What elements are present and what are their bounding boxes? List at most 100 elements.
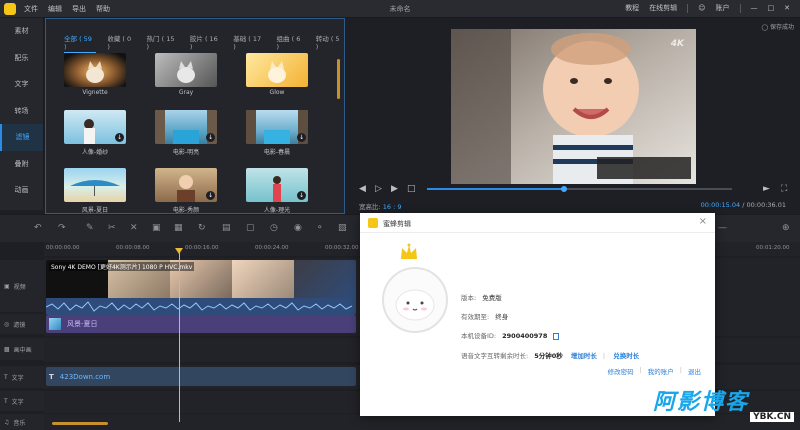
nav-item-transition[interactable]: 转场 (0, 98, 43, 125)
tab-basic[interactable]: 基础 ( 17 ) (233, 33, 265, 53)
playback-progress[interactable] (427, 186, 732, 192)
device-id-row: 本机设备ID: 2900400978 (461, 330, 560, 340)
mic-icon[interactable]: ⚬ (316, 223, 324, 233)
video-preview[interactable]: 4K (451, 29, 696, 184)
play-icon[interactable]: ▷ (375, 184, 382, 194)
tab-film[interactable]: 胶片 ( 16 ) (190, 33, 222, 53)
fullscreen-icon[interactable]: ⛶ (781, 184, 787, 194)
track-head-text-1[interactable]: T 文字 (0, 366, 44, 388)
avatar[interactable] (382, 267, 448, 333)
maximize-icon[interactable]: □ (768, 4, 775, 12)
user-icon[interactable]: ☺ (698, 4, 705, 12)
split-icon[interactable]: ✂ (108, 223, 116, 233)
rotate-icon[interactable]: ↻ (198, 223, 206, 233)
filter-thumb-gray[interactable] (155, 53, 217, 87)
volume-icon[interactable]: ► (763, 184, 770, 194)
next-frame-icon[interactable]: ▶ (391, 184, 398, 194)
download-icon[interactable]: ↓ (297, 191, 306, 200)
undo-icon[interactable]: ↶ (34, 223, 42, 233)
track-head-music[interactable]: ♫ 音乐 (0, 414, 44, 430)
copy-icon[interactable] (553, 332, 560, 340)
title-bar: 文件 编辑 导出 帮助 未命名 教程 在线剪辑 ☺ 账户 — □ ✕ (0, 0, 800, 18)
filter-thumb-portrait-ricoh[interactable]: ↓ (246, 168, 308, 202)
account-link[interactable]: 账户 (716, 3, 730, 13)
close-icon[interactable]: ✕ (784, 4, 790, 12)
nav-item-overlay[interactable]: 叠附 (0, 151, 43, 178)
filter-thumb-glow[interactable] (246, 53, 308, 87)
clip-label: Sony 4K DEMO [更好4K测示片] 1080 P HVC.mkv (49, 262, 195, 271)
download-icon[interactable]: ↓ (206, 191, 215, 200)
filter-label: 风景-夏日 (81, 207, 109, 214)
redo-icon[interactable]: ↷ (58, 223, 66, 233)
timeline-scrollbar[interactable] (52, 422, 108, 425)
download-icon[interactable]: ↓ (206, 133, 215, 142)
menu-export[interactable]: 导出 (72, 4, 86, 14)
panel-scrollbar[interactable] (337, 59, 340, 99)
video-watermark: 4K (670, 39, 684, 49)
tab-all[interactable]: 全部 ( 59 ) (64, 33, 97, 53)
my-account-link[interactable]: 我的账户 (648, 366, 674, 376)
playhead[interactable] (179, 252, 180, 422)
track-head-filter[interactable]: ◎ 滤镜 (0, 314, 44, 334)
nav-item-text[interactable]: 文字 (0, 71, 43, 98)
filter-clip[interactable]: 风景-夏日 (46, 315, 356, 333)
tutorial-link[interactable]: 教程 (625, 3, 639, 13)
aspect-ratio[interactable]: 宽高比: 16 : 9 (359, 201, 402, 211)
filter-thumb-portrait-wedding[interactable]: ↓ (64, 110, 126, 144)
logout-link[interactable]: 退出 (688, 366, 701, 376)
edit-icon[interactable]: ✎ (86, 223, 94, 233)
watermark-domain: YBK.CN (750, 412, 794, 422)
tab-suite[interactable]: 组曲 ( 6 ) (277, 33, 305, 53)
prev-frame-icon[interactable]: ◀ (359, 184, 366, 194)
filter-label: Glow (269, 89, 285, 96)
change-password-link[interactable]: 修改密码 (608, 366, 634, 376)
account-links: 修改密码 | 我的账户 | 退出 (607, 366, 701, 376)
record-icon[interactable]: ◉ (294, 223, 302, 233)
online-edit-link[interactable]: 在线剪辑 (649, 3, 677, 13)
filter-label: 人像-理光 (263, 207, 291, 214)
zoom-in-icon[interactable]: ⊕ (782, 223, 790, 233)
ruler-tick: 00:00:00.00 (46, 245, 80, 251)
track-head-video[interactable]: ▣ 视频 (0, 260, 44, 312)
download-icon[interactable]: ↓ (297, 133, 306, 142)
tab-favorites[interactable]: 收藏 ( 0 ) (107, 33, 135, 53)
filter-thumb-scenery-summer[interactable] (64, 168, 126, 202)
filter-thumb-movie-bright[interactable]: ↓ (155, 110, 217, 144)
menu-help[interactable]: 帮助 (96, 4, 110, 14)
redeem-time-link[interactable]: 兑换时长 (613, 352, 639, 360)
add-time-link[interactable]: 增加时长 (571, 352, 597, 360)
filter-track-icon: ◎ (4, 320, 10, 328)
track-head-text-2[interactable]: T 文字 (0, 391, 44, 411)
app-logo (4, 3, 16, 15)
mosaic-icon[interactable]: ▦ (174, 223, 183, 233)
nav-item-media[interactable]: 素材 (0, 18, 43, 45)
download-icon[interactable]: ↓ (115, 133, 124, 142)
crop-icon[interactable]: ▣ (152, 223, 161, 233)
screenshot-icon[interactable]: ▢ (246, 223, 255, 233)
tab-popular[interactable]: 热门 ( 15 ) (147, 33, 179, 53)
freeze-icon[interactable]: ▤ (222, 223, 231, 233)
progress-knob[interactable] (561, 186, 568, 192)
menu-file[interactable]: 文件 (24, 4, 38, 14)
filter-thumb-movie-beauty[interactable]: ↓ (155, 168, 217, 202)
version-row: 版本: 免费版 (461, 294, 502, 302)
speed-icon[interactable]: ◷ (270, 223, 278, 233)
mascot-image (395, 289, 435, 321)
tab-motion[interactable]: 转动 ( 5 ) (316, 33, 344, 53)
zoom-out-icon[interactable]: — (718, 223, 727, 233)
video-clip[interactable]: Sony 4K DEMO [更好4K测示片] 1080 P HVC.mkv (46, 260, 356, 315)
nav-item-music[interactable]: 配乐 (0, 45, 43, 72)
menu-edit[interactable]: 编辑 (48, 4, 62, 14)
minimize-icon[interactable]: — (751, 4, 758, 12)
delete-icon[interactable]: ✕ (130, 223, 138, 233)
filter-thumb-movie-spring[interactable]: ↓ (246, 110, 308, 144)
stop-icon[interactable]: □ (407, 184, 416, 194)
nav-item-filter[interactable]: 滤镜 (0, 124, 43, 151)
text-clip[interactable]: T 423Down.com (46, 367, 356, 386)
track-head-pip[interactable]: ▩ 画中画 (0, 338, 44, 360)
nav-item-animation[interactable]: 动画 (0, 177, 43, 204)
close-icon[interactable]: × (699, 216, 707, 227)
filter-label: 电影-明亮 (172, 149, 200, 156)
subtitle-icon[interactable]: ▧ (338, 223, 347, 233)
filter-thumb-vignette[interactable] (64, 53, 126, 87)
